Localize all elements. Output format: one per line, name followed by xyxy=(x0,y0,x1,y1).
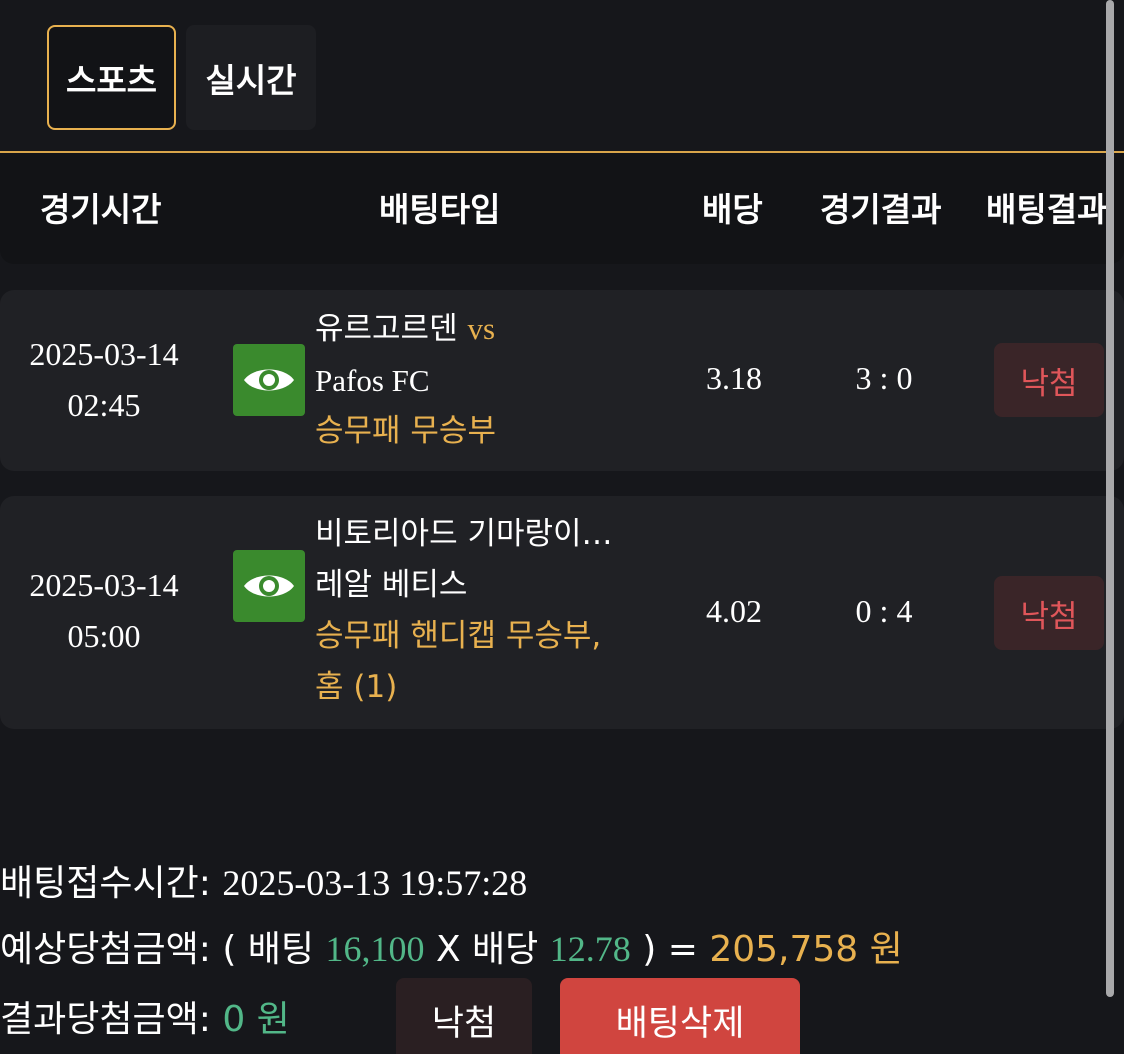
odds-value: 3.18 xyxy=(706,360,762,396)
game-date: 2025-03-14 xyxy=(29,336,179,372)
tab-bar: 스포츠 실시간 xyxy=(47,25,316,130)
expected-label: 예상당첨금액: xyxy=(0,929,211,970)
view-detail-button[interactable] xyxy=(233,344,305,416)
actual-winnings: 결과당첨금액: 0 원 xyxy=(0,990,290,1042)
eye-icon xyxy=(244,575,294,597)
bet-market: 승무패 핸디캡 무승부, xyxy=(315,618,602,654)
header-bet-result: 배팅결과 xyxy=(986,190,1108,229)
bet-result-badge: 낙첨 xyxy=(994,576,1104,650)
received-value: 2025-03-13 19:57:28 xyxy=(222,863,528,903)
scrollbar[interactable] xyxy=(1106,0,1114,997)
expected-winnings: 예상당첨금액: ( 배팅 16,100 X 배당 12.78 ) = 205,7… xyxy=(0,920,903,972)
game-date: 2025-03-14 xyxy=(29,567,179,603)
actual-amount: 0 원 xyxy=(222,999,290,1040)
result-status-button[interactable]: 낙첨 xyxy=(396,978,532,1054)
delete-bet-button[interactable]: 배팅삭제 xyxy=(560,978,800,1054)
tab-sports[interactable]: 스포츠 xyxy=(47,25,176,130)
vs-label: vs xyxy=(467,311,496,346)
game-score: 3 : 0 xyxy=(855,360,913,396)
away-team: 레알 베티스 xyxy=(315,567,468,603)
header-odds: 배당 xyxy=(702,190,763,229)
header-game-result: 경기결과 xyxy=(820,190,942,229)
table-row: 2025-03-14 05:00 비토리아드 기마랑이… 레알 베티스 승무패 … xyxy=(0,496,1124,729)
tab-live[interactable]: 실시간 xyxy=(186,25,316,130)
received-label: 배팅접수시간: xyxy=(0,863,211,904)
header-bet-type: 배팅타입 xyxy=(379,190,501,229)
game-time: 02:45 xyxy=(67,387,141,423)
game-time: 05:00 xyxy=(67,618,141,654)
table-row: 2025-03-14 02:45 유르고르덴 vs Pafos FC 승무패 무… xyxy=(0,290,1124,471)
expected-open: ( 배팅 xyxy=(222,929,315,970)
table-header: 경기시간 배팅타입 배당 경기결과 배팅결과 xyxy=(0,153,1124,264)
header-game-time: 경기시간 xyxy=(40,190,162,229)
game-datetime: 2025-03-14 02:45 xyxy=(18,329,190,431)
away-team: Pafos FC xyxy=(315,363,430,398)
actual-label: 결과당첨금액: xyxy=(0,999,211,1040)
bet-market-detail: 홈 (1) xyxy=(315,669,398,705)
eye-icon xyxy=(244,369,294,391)
game-datetime: 2025-03-14 05:00 xyxy=(18,560,190,662)
bet-history-page: 스포츠 실시간 경기시간 배팅타입 배당 경기결과 배팅결과 2025-03-1… xyxy=(0,0,1124,1054)
match-info: 유르고르덴 vs Pafos FC 승무패 무승부 xyxy=(315,303,655,457)
view-detail-button[interactable] xyxy=(233,550,305,622)
bet-received-time: 배팅접수시간: 2025-03-13 19:57:28 xyxy=(0,854,527,906)
multiply-odds-label: X 배당 xyxy=(435,929,539,970)
game-score: 0 : 4 xyxy=(855,593,913,629)
home-team: 비토리아드 기마랑이… xyxy=(315,516,613,552)
expected-close: ) = xyxy=(642,929,698,970)
total-odds: 12.78 xyxy=(549,929,631,969)
home-team: 유르고르덴 xyxy=(315,311,458,347)
expected-amount: 205,758 원 xyxy=(709,929,903,970)
bet-result-badge: 낙첨 xyxy=(994,343,1104,417)
bet-market: 승무패 무승부 xyxy=(315,413,496,449)
match-info: 비토리아드 기마랑이… 레알 베티스 승무패 핸디캡 무승부, 홈 (1) xyxy=(315,509,655,713)
odds-value: 4.02 xyxy=(706,593,762,629)
stake-amount: 16,100 xyxy=(325,929,425,969)
